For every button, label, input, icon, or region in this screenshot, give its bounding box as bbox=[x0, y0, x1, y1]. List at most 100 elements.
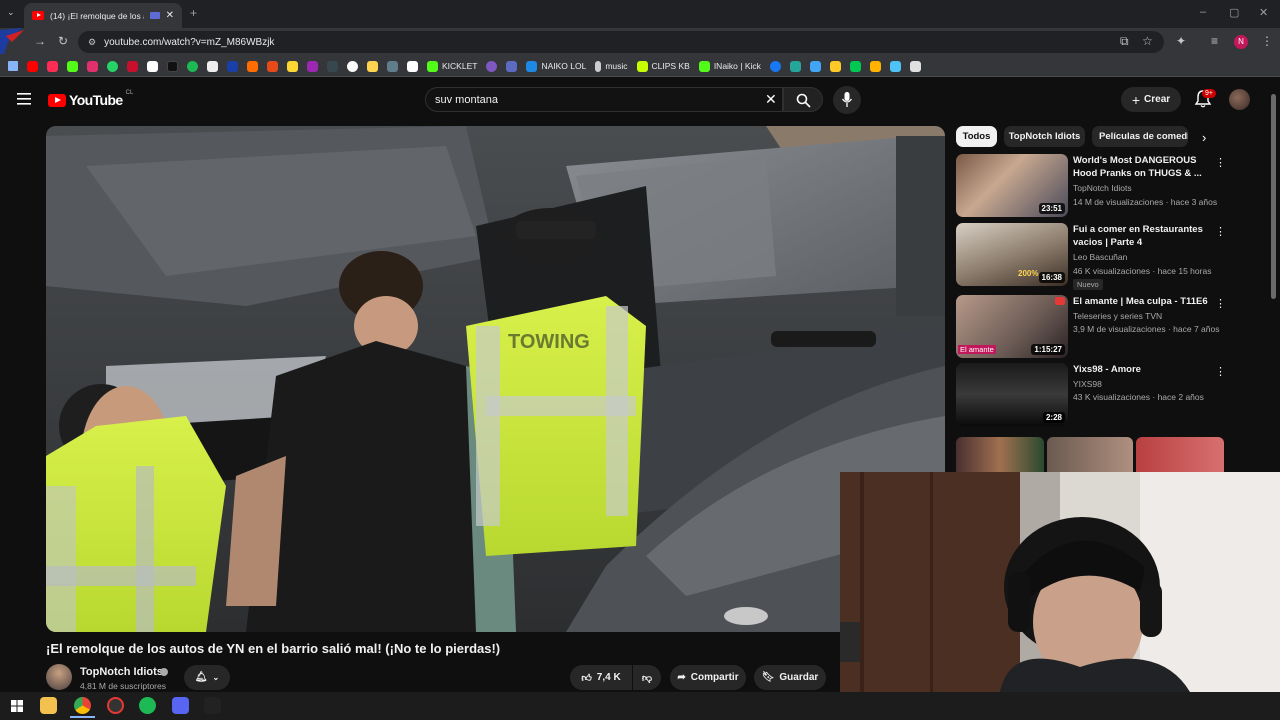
bookmark-icon[interactable] bbox=[327, 60, 338, 72]
bookmark-icon[interactable] bbox=[789, 60, 801, 72]
bookmark-icon[interactable] bbox=[287, 60, 298, 72]
video-thumbnail[interactable]: 2:28 bbox=[956, 363, 1068, 426]
recommendation-item[interactable]: 2:28 Yixs98 - Amore YIXS98 43 K visualiz… bbox=[956, 363, 1226, 427]
menu-kebab-icon[interactable]: ⋮ bbox=[1261, 34, 1273, 48]
maximize-icon[interactable]: ▢ bbox=[1229, 6, 1239, 19]
like-button[interactable]: 👍︎ 7,4 K bbox=[570, 665, 632, 690]
channel-name[interactable]: TopNotch Idiots bbox=[80, 666, 163, 678]
page-scrollbar[interactable] bbox=[1271, 94, 1276, 299]
bookmark-icon[interactable] bbox=[829, 60, 841, 72]
windows-start-icon[interactable] bbox=[11, 700, 23, 712]
account-avatar[interactable] bbox=[1229, 89, 1250, 110]
bookmark-icon[interactable] bbox=[486, 60, 498, 72]
recommendation-item[interactable]: 23:51 World's Most DANGEROUS Hood Pranks… bbox=[956, 154, 1226, 218]
bookmark-inaiko-kick[interactable]: INaiko | Kick bbox=[698, 60, 761, 72]
forward-icon[interactable]: → bbox=[34, 34, 46, 48]
bookmark-icon[interactable] bbox=[869, 60, 881, 72]
bookmark-icon[interactable] bbox=[247, 60, 258, 72]
bookmark-icon[interactable] bbox=[809, 60, 821, 72]
more-options-icon[interactable]: ⋮ bbox=[1215, 225, 1226, 238]
file-explorer-icon[interactable] bbox=[40, 697, 57, 714]
new-tab-icon[interactable]: + bbox=[190, 6, 197, 20]
bookmark-icon[interactable] bbox=[849, 60, 861, 72]
bookmark-naiko-lol[interactable]: NAIKO LOL bbox=[526, 60, 586, 72]
bookmark-x-icon[interactable] bbox=[147, 60, 158, 72]
profile-icon[interactable]: N bbox=[1234, 35, 1248, 49]
video-title: ¡El remolque de los autos de YN en el ba… bbox=[46, 641, 501, 656]
video-thumbnail[interactable]: 23:51 bbox=[956, 154, 1068, 217]
recommendation-item[interactable]: El amante 1:15:27 El amante | Mea culpa … bbox=[956, 295, 1226, 359]
close-window-icon[interactable]: ✕ bbox=[1259, 6, 1268, 19]
extensions-icon[interactable]: ✦ bbox=[1176, 34, 1186, 48]
recommendation-item[interactable]: 200% 16:38 Fui a comer en Restaurantes v… bbox=[956, 223, 1226, 290]
bookmark-icon[interactable] bbox=[307, 60, 318, 72]
bookmark-icon[interactable] bbox=[367, 60, 378, 72]
more-options-icon[interactable]: ⋮ bbox=[1215, 156, 1226, 169]
tab-search-icon[interactable]: ⌄ bbox=[7, 7, 15, 18]
video-thumbnail[interactable] bbox=[956, 437, 1044, 472]
site-info-icon[interactable]: ⚙ bbox=[88, 37, 96, 48]
bookmark-icon[interactable] bbox=[47, 60, 58, 72]
bookmark-instagram-icon[interactable] bbox=[87, 60, 98, 72]
chip-topnotch-idiots[interactable]: TopNotch Idiots bbox=[1004, 126, 1085, 147]
obs-icon[interactable] bbox=[107, 697, 124, 714]
bookmark-icon[interactable] bbox=[347, 60, 358, 72]
bookmark-kicklet[interactable]: KICKLET bbox=[427, 60, 477, 72]
bookmark-spotify-icon[interactable] bbox=[187, 60, 198, 72]
chevron-right-icon[interactable]: › bbox=[1202, 130, 1206, 145]
browser-tab-active[interactable]: (14) ¡El remolque de los auto ✕ bbox=[24, 3, 182, 28]
video-thumbnail[interactable] bbox=[1047, 437, 1133, 472]
reload-icon[interactable]: ↻ bbox=[58, 34, 68, 48]
media-control-icon[interactable]: ≡ bbox=[1211, 34, 1218, 48]
bookmark-icon[interactable] bbox=[227, 60, 238, 72]
bookmark-clips-kb[interactable]: CLIPS KB bbox=[636, 60, 690, 72]
video-thumbnail[interactable]: El amante 1:15:27 bbox=[956, 295, 1068, 358]
create-button[interactable]: + Crear bbox=[1121, 87, 1181, 112]
video-thumbnail[interactable]: 200% 16:38 bbox=[956, 223, 1068, 286]
url-text: youtube.com/watch?v=mZ_M86WBzjk bbox=[104, 36, 275, 48]
chip-peliculas-comedia[interactable]: Películas de comedia bbox=[1092, 126, 1188, 147]
install-app-icon[interactable]: ⧉ bbox=[1120, 34, 1129, 49]
bookmark-kick-icon[interactable] bbox=[67, 60, 78, 72]
bookmark-facebook-icon[interactable] bbox=[769, 60, 781, 72]
more-options-icon[interactable]: ⋮ bbox=[1215, 365, 1226, 378]
bookmark-star-icon[interactable]: ☆ bbox=[1142, 34, 1153, 48]
dislike-button[interactable]: 👎︎ bbox=[633, 665, 661, 690]
bookmark-icon[interactable] bbox=[267, 60, 278, 72]
bookmark-icon[interactable] bbox=[387, 60, 398, 72]
bookmark-icon[interactable] bbox=[909, 60, 921, 72]
bookmark-icon[interactable] bbox=[407, 60, 418, 72]
app-taskbar-icon[interactable] bbox=[204, 697, 221, 714]
video-thumbnail[interactable] bbox=[1136, 437, 1224, 472]
close-tab-icon[interactable]: ✕ bbox=[166, 10, 174, 21]
chrome-taskbar-icon[interactable] bbox=[74, 697, 91, 714]
search-button[interactable] bbox=[783, 87, 823, 112]
thumbs-up-icon: 👍︎ bbox=[581, 672, 592, 684]
save-button[interactable]: 🔖︎ Guardar bbox=[754, 665, 826, 690]
voice-search-button[interactable] bbox=[833, 86, 861, 114]
more-options-icon[interactable]: ⋮ bbox=[1215, 297, 1226, 310]
discord-taskbar-icon[interactable] bbox=[172, 697, 189, 714]
spotify-taskbar-icon[interactable] bbox=[139, 697, 156, 714]
clear-search-icon[interactable]: ✕ bbox=[765, 91, 777, 108]
chip-todos[interactable]: Todos bbox=[956, 126, 997, 147]
channel-avatar[interactable] bbox=[46, 664, 72, 690]
video-player[interactable]: TOWING bbox=[46, 126, 945, 632]
address-bar[interactable]: ⚙ youtube.com/watch?v=mZ_M86WBzjk bbox=[78, 31, 1164, 53]
apps-grid-icon[interactable] bbox=[8, 61, 18, 71]
bookmark-whatsapp-icon[interactable] bbox=[107, 60, 118, 72]
bookmark-icon[interactable] bbox=[127, 60, 138, 72]
minimize-icon[interactable]: – bbox=[1200, 6, 1206, 18]
bookmark-icon[interactable] bbox=[506, 60, 518, 72]
bookmark-icon[interactable] bbox=[889, 60, 901, 72]
youtube-logo[interactable]: YouTube CL bbox=[48, 90, 133, 108]
bookmark-tiktok-icon[interactable] bbox=[167, 60, 178, 72]
search-input[interactable]: suv montana ✕ bbox=[425, 87, 783, 112]
share-button[interactable]: ➦ Compartir bbox=[670, 665, 746, 690]
bookmark-youtube-icon[interactable] bbox=[27, 60, 38, 72]
bookmark-music[interactable]: music bbox=[595, 60, 628, 72]
hamburger-menu-icon[interactable] bbox=[17, 93, 31, 105]
subscription-bell-button[interactable]: 🔔︎ ⌄ bbox=[184, 665, 230, 690]
video-duration: 23:51 bbox=[1038, 203, 1065, 214]
bookmark-icon[interactable] bbox=[207, 60, 218, 72]
